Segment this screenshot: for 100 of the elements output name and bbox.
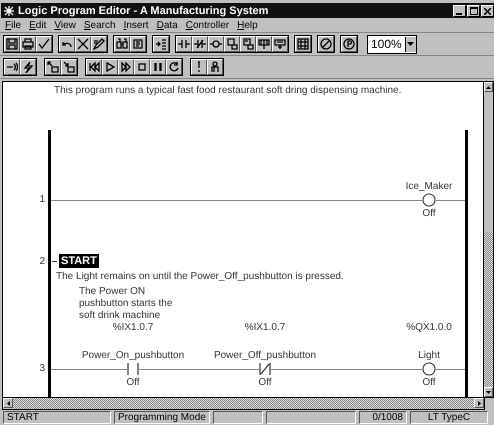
toolbar-button[interactable]	[45, 59, 61, 75]
toolbar-button[interactable]	[150, 59, 166, 75]
refresh-icon	[168, 61, 180, 73]
toolbar-button[interactable]	[207, 59, 223, 75]
list-icon	[132, 38, 144, 50]
coil-icon	[210, 38, 222, 50]
status-panel: 0/1008	[359, 411, 407, 424]
toolbar-button[interactable]	[191, 59, 207, 75]
menu-item[interactable]: Help	[237, 20, 258, 30]
toolbar-button[interactable]	[256, 36, 272, 52]
person-icon	[209, 61, 221, 73]
coil-symbol[interactable]	[422, 362, 436, 376]
download-icon	[47, 61, 59, 73]
toolbar-button[interactable]	[118, 59, 134, 75]
vertical-scrollbar[interactable]	[484, 81, 494, 398]
stop-icon	[136, 61, 148, 73]
element-address: %IX1.0.7	[244, 322, 286, 334]
print-icon	[22, 38, 34, 50]
play-icon	[104, 61, 116, 73]
rung-label: START	[59, 254, 99, 268]
element-name: Ice_Maker	[406, 181, 452, 193]
toolbar-button[interactable]	[102, 59, 118, 75]
nc-contact-icon	[194, 38, 206, 50]
rung-number: 3	[38, 362, 46, 376]
toolbar-button[interactable]	[91, 36, 107, 52]
caret-icon	[407, 42, 414, 46]
menu-item[interactable]: Search	[84, 20, 116, 30]
toolbar-button[interactable]	[130, 36, 146, 52]
status-panel: LT TypeC	[410, 411, 488, 424]
toolbar-button[interactable]	[208, 36, 224, 52]
block-icon	[242, 38, 254, 50]
toolbar-button[interactable]	[4, 59, 20, 75]
window-title: Logic Program Editor - A Manufacturing System	[18, 4, 268, 16]
up-arrow-icon	[486, 86, 491, 88]
rung-comment: The Light remains on until the Power_Off_pushbutton is pressed.	[55, 271, 345, 282]
toolbar-button[interactable]	[20, 36, 36, 52]
toolbar-button[interactable]	[166, 59, 182, 75]
toolbar-button[interactable]	[75, 36, 91, 52]
menu-item[interactable]: Data	[156, 20, 178, 30]
element-address: %IX1.0.7	[112, 322, 154, 334]
coil-symbol[interactable]	[422, 193, 436, 207]
toolbar-button[interactable]	[134, 59, 150, 75]
rung-number: 1	[38, 193, 46, 207]
element-name: Light	[418, 350, 440, 362]
toolbar-button[interactable]	[61, 59, 77, 75]
toolbar-button[interactable]	[20, 59, 36, 75]
toolbar-button[interactable]	[192, 36, 208, 52]
app-icon	[3, 4, 15, 16]
element-name: Power_On_pushbutton	[82, 350, 184, 362]
minimize-button[interactable]	[453, 4, 466, 16]
function-block-icon	[274, 38, 286, 50]
toolbar-button[interactable]	[224, 36, 240, 52]
upload-icon	[63, 61, 75, 73]
edit-icon	[93, 38, 105, 50]
close-button[interactable]	[481, 4, 494, 16]
toolbar-button[interactable]	[272, 36, 288, 52]
check-icon	[38, 38, 50, 50]
status-panel: Programming Mode	[114, 411, 210, 424]
element-state: Off	[422, 376, 436, 389]
element-state: Off	[422, 207, 436, 220]
right-arrow-icon	[478, 400, 480, 406]
connect-icon	[6, 61, 18, 73]
lightning-icon	[22, 61, 34, 73]
toolbar-button[interactable]	[59, 36, 75, 52]
menu-item[interactable]: Insert	[124, 20, 149, 30]
fast-forward-icon	[120, 61, 132, 73]
rung-number: 2	[38, 256, 46, 266]
zoom-dropdown[interactable]: 100%	[367, 34, 417, 54]
toolbar-button[interactable]	[4, 36, 20, 52]
menu-item[interactable]: Edit	[29, 20, 46, 30]
toolbar-button[interactable]	[114, 36, 130, 52]
close-icon	[484, 8, 491, 14]
status-panel: START	[3, 411, 111, 424]
nc-contact-symbol[interactable]	[259, 363, 271, 375]
menu-item[interactable]: View	[54, 20, 76, 30]
element-state: Off	[126, 376, 140, 389]
binoculars-icon	[116, 38, 128, 50]
disable-icon	[320, 38, 332, 50]
toolbar-button[interactable]	[86, 59, 102, 75]
save-icon	[6, 38, 18, 50]
menu-item[interactable]: File	[5, 20, 22, 30]
contact-symbol[interactable]	[127, 363, 139, 375]
menu-item[interactable]: Controller	[186, 20, 230, 30]
element-state: Off	[258, 376, 272, 389]
maximize-icon	[470, 6, 478, 14]
pause-icon	[152, 61, 164, 73]
left-arrow-icon	[6, 400, 10, 406]
toolbar-button[interactable]	[240, 36, 256, 52]
maximize-button[interactable]	[467, 4, 480, 16]
horizontal-scrollbar[interactable]	[2, 398, 485, 410]
element-name: Power_Off_pushbutton	[214, 350, 316, 362]
program-description: This program runs a typical fast food restaurant soft dring dispensing machine.	[53, 84, 402, 96]
insert-rung-icon	[155, 38, 167, 50]
element-address: %QX1.0.0	[406, 322, 452, 334]
block-icon	[226, 38, 238, 50]
toolbar-button[interactable]	[176, 36, 192, 52]
rewind-icon	[88, 61, 100, 73]
toolbar-button[interactable]	[36, 36, 52, 52]
cut-icon	[77, 38, 89, 50]
function-block-icon	[258, 38, 270, 50]
